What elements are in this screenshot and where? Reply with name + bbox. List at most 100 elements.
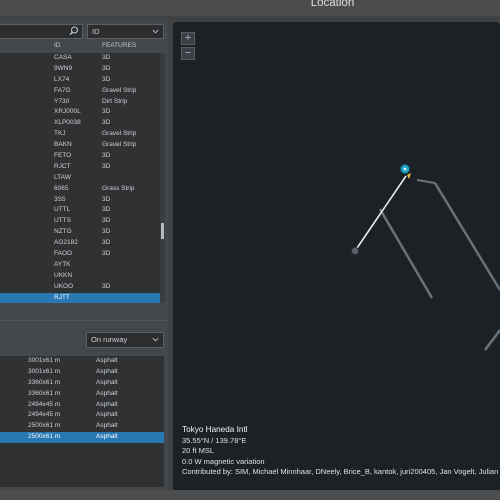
runway-filter-value: On runway bbox=[91, 335, 128, 344]
runway-dimensions: 3001x61 m bbox=[28, 357, 61, 364]
runway-dimensions: 2500x61 m bbox=[28, 433, 61, 441]
table-row[interactable]: FAOO 3D bbox=[0, 249, 160, 260]
airport-id: BAKN bbox=[54, 141, 72, 149]
runway-1[interactable] bbox=[378, 208, 434, 299]
airport-features: 3D bbox=[102, 54, 111, 61]
airport-id: FETO bbox=[54, 152, 72, 160]
table-row[interactable]: UTTS 3D bbox=[0, 216, 160, 227]
runway-row[interactable]: 2500x61 m Asphalt bbox=[0, 432, 164, 444]
runway-3[interactable] bbox=[484, 329, 500, 351]
table-row[interactable]: UKOO 3D bbox=[0, 282, 160, 293]
airport-id: NZTG bbox=[54, 228, 72, 236]
runway-surface: Asphalt bbox=[96, 400, 118, 408]
runway-row[interactable]: 2500x61 m Asphalt bbox=[0, 421, 164, 432]
runway-row[interactable]: 3001x61 m Asphalt bbox=[0, 367, 164, 378]
airport-id: UTTL bbox=[54, 206, 71, 214]
runway-row[interactable]: 2494x45 m Asphalt bbox=[0, 410, 164, 421]
airport-features: Dirt Strip bbox=[102, 97, 128, 105]
runway-connector bbox=[416, 179, 436, 184]
airport-coordinates: 35.55°N / 139.78°E bbox=[182, 435, 247, 445]
runway-row[interactable]: 3360x61 m Asphalt bbox=[0, 378, 164, 389]
start-marker[interactable] bbox=[350, 246, 360, 256]
table-row[interactable]: UKKN bbox=[0, 271, 160, 282]
runway-surface: Asphalt bbox=[96, 367, 118, 375]
zoom-out-button[interactable]: − bbox=[181, 47, 195, 60]
runway-surface: Asphalt bbox=[96, 422, 118, 430]
table-row[interactable]: FA7G Gravel Strip bbox=[0, 86, 160, 97]
airport-features: 3D bbox=[102, 206, 111, 214]
map-canvas[interactable] bbox=[173, 22, 500, 492]
runway-surface: Asphalt bbox=[96, 357, 118, 364]
airport-features: 3D bbox=[102, 228, 111, 236]
airport-id: LX74 bbox=[54, 75, 70, 83]
runway-list: 3001x61 m Asphalt 3001x61 m Asphalt 3360x61 … bbox=[0, 356, 164, 487]
table-row[interactable]: FETO 3D bbox=[0, 151, 160, 162]
airport-id: RJTT bbox=[54, 293, 70, 301]
magnetic-variation: 0.0 W magnetic variation bbox=[182, 456, 265, 466]
runway-dimensions: 3360x61 m bbox=[28, 389, 61, 397]
table-row[interactable]: AYTK bbox=[0, 260, 160, 271]
runway-row[interactable]: 3360x61 m Asphalt bbox=[0, 389, 164, 400]
airport-features: Gravel Strip bbox=[102, 130, 137, 138]
airport-id: 9WN9 bbox=[54, 64, 73, 72]
airport-id: FA7G bbox=[54, 86, 71, 94]
table-row[interactable]: XRJ000L 3D bbox=[0, 107, 160, 118]
heading-arrow-icon bbox=[407, 173, 411, 179]
table-row[interactable]: 3S5 3D bbox=[0, 195, 160, 206]
table-row[interactable]: LX74 3D bbox=[0, 75, 160, 86]
airport-elevation: 20 ft MSL bbox=[182, 446, 215, 455]
airport-list-scroll-thumb[interactable] bbox=[161, 223, 164, 239]
table-row[interactable]: AG2182 3D bbox=[0, 238, 160, 249]
airport-features: 3D bbox=[102, 75, 111, 83]
zoom-in-button[interactable]: + bbox=[181, 32, 195, 45]
location-title: Location bbox=[310, 0, 355, 9]
airport-name: Tokyo Haneda Intl bbox=[182, 425, 248, 434]
runway-dimensions: 3001x61 m bbox=[28, 367, 61, 375]
table-row[interactable]: Y730 Dirt Strip bbox=[0, 97, 160, 108]
airport-list-scrollbar[interactable] bbox=[160, 53, 165, 303]
table-row[interactable]: CASA 3D bbox=[0, 53, 160, 64]
runway-surface: Asphalt bbox=[96, 378, 118, 386]
table-row[interactable]: LTAW bbox=[0, 173, 160, 184]
search-input[interactable] bbox=[0, 24, 83, 39]
contributors: Contributed by: SIM, Michael Minnhaar, D… bbox=[182, 467, 499, 476]
runway-dimensions: 2494x45 m bbox=[28, 411, 61, 419]
table-row[interactable]: TKJ Gravel Strip bbox=[0, 129, 160, 140]
airport-features: 3D bbox=[102, 64, 111, 72]
runway-dimensions: 3360x61 m bbox=[28, 378, 61, 386]
runway-surface: Asphalt bbox=[96, 411, 118, 419]
column-header-id[interactable]: ID bbox=[54, 42, 61, 49]
airport-features: 3D bbox=[102, 119, 111, 127]
runway-row[interactable]: 3001x61 m Asphalt bbox=[0, 356, 164, 367]
airport-id: CASA bbox=[54, 54, 72, 61]
runway-row[interactable]: 2494x45 m Asphalt bbox=[0, 400, 164, 411]
airport-features: Gravel Strip bbox=[102, 141, 137, 149]
airport-id: UKKN bbox=[54, 271, 73, 279]
airport-features: Gravel Strip bbox=[102, 86, 137, 94]
table-row[interactable]: NZTG 3D bbox=[0, 227, 160, 238]
runway-2[interactable] bbox=[433, 182, 500, 291]
airport-features: 3D bbox=[102, 162, 111, 170]
table-row[interactable]: RJTT bbox=[0, 292, 160, 303]
table-row[interactable]: UTTL 3D bbox=[0, 205, 160, 216]
id-column-dropdown[interactable]: ID bbox=[87, 24, 164, 39]
airport-list: CASA 3D 9WN9 3D LX74 3D FA7G Gravel Strip Y730 Di… bbox=[0, 53, 160, 303]
table-row[interactable]: XLP0038 3D bbox=[0, 118, 160, 129]
airport-map[interactable]: + − Tokyo Haneda Intl 35.55°N / 139.78°E… bbox=[173, 22, 500, 492]
table-row[interactable]: 9WN9 3D bbox=[0, 64, 160, 75]
airport-features: 3D bbox=[102, 239, 111, 247]
table-row[interactable]: 6065 Grass Strip bbox=[0, 184, 160, 195]
runway-filter-dropdown[interactable]: On runway bbox=[86, 332, 164, 348]
id-dropdown-value: ID bbox=[92, 27, 100, 36]
airport-features: 3D bbox=[102, 195, 111, 203]
airport-id: UTTS bbox=[54, 217, 71, 225]
airport-id: Y730 bbox=[54, 97, 70, 105]
airport-id: AG2182 bbox=[54, 239, 78, 247]
bottom-bar bbox=[0, 490, 500, 500]
airport-id: AYTK bbox=[54, 260, 71, 268]
table-row[interactable]: BAKN Gravel Strip bbox=[0, 140, 160, 151]
airport-features: Grass Strip bbox=[102, 184, 135, 192]
column-header-features[interactable]: FEATURES bbox=[102, 42, 136, 49]
airport-id: LTAW bbox=[54, 173, 71, 181]
table-row[interactable]: RJCT 3D bbox=[0, 162, 160, 173]
